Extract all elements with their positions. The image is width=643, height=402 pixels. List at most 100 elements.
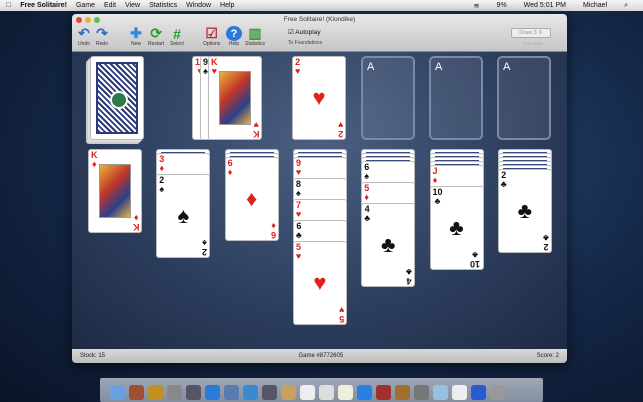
help-button[interactable]: ? Help [226,26,242,47]
playing-card[interactable]: 5 ♥ ♥ 5 ♥ [292,241,347,325]
draw-select[interactable]: Draw 3 ⇕ [511,28,551,38]
card-index-bottom: 2 ♠ [202,238,208,257]
card-index-bottom: K ♦ [132,213,140,232]
menu-window[interactable]: Window [186,2,211,9]
card-index: 2 ♥ [295,57,301,76]
card-index-bottom: 4 ♣ [406,267,413,286]
stock-pile[interactable] [90,56,144,140]
playing-card[interactable]: 6 ♦ ♦ 6 ♦ [224,157,279,241]
status-bar: Stock: 15 Game #8772605 Score: 2 [72,349,567,363]
card-index: 6 ♦ [227,158,233,177]
playing-card[interactable]: 2 ♣ ♣ 2 ♣ [497,169,552,253]
playing-card[interactable]: 10 ♣ ♣ 10 ♣ [429,186,484,270]
dock-app-icon[interactable] [148,385,163,400]
clock[interactable]: Wed 5:01 PM [524,2,566,10]
options-icon: ☑ [205,25,218,41]
card-index-bottom: 10 ♣ [470,250,481,269]
face-card-art [219,71,251,125]
dock-app-icon[interactable] [243,385,258,400]
dock-app-icon[interactable] [262,385,277,400]
menu-help[interactable]: Help [220,2,234,9]
battery-indicator[interactable]: 9% [497,2,507,10]
new-button[interactable]: ✚ New [128,25,144,47]
spotlight-icon[interactable]: ⌕ [624,2,628,10]
dock-app-icon[interactable] [319,385,334,400]
autoplay-checkbox[interactable]: ☑ Autoplay To Foundations [288,28,322,46]
help-icon: ? [226,26,242,41]
statistics-button[interactable]: ▥ Statistics [245,25,265,47]
card-index: 6 ♣ [295,221,302,240]
dock-app-icon[interactable] [452,385,467,400]
dock-app-icon[interactable] [471,385,486,400]
card-index-bottom: 5 ♥ [338,305,344,324]
checkbox-icon: ☑ [288,29,294,36]
foundation-2[interactable]: A [361,56,415,140]
dock-app-icon[interactable] [338,385,353,400]
select-button[interactable]: # Select [169,25,185,48]
menu-edit[interactable]: Edit [104,2,116,9]
restart-icon: ⟳ [150,25,162,41]
hash-icon: # [173,25,181,42]
suit-pip: ♣ [517,198,533,223]
game-board: A A A K ♦ K ♦ 3 ♦ 2 ♠ ♠ 2 ♠ 6 ♦ ♦ 6 ♦ 9 ♥ 8 ♠ 7 ♥ 6 ♣ 5 ♥ ♥ 5 ♥ 6 ♠ 5 ♦ 4… [72,52,567,349]
apple-menu-icon[interactable]:  [6,2,11,9]
dock-app-icon[interactable] [357,385,372,400]
wifi-icon[interactable]: ≋ [474,2,480,10]
redo-icon: ↷ [96,25,108,41]
dock-app-icon[interactable] [205,385,220,400]
suit-pip: ♥ [313,270,327,295]
dock-app-icon[interactable] [414,385,429,400]
suit-pip: ♣ [449,215,464,240]
dock-app-icon[interactable] [300,385,315,400]
card-index: 5 ♥ [295,242,302,261]
restart-button[interactable]: ⟳ Restart [148,25,164,47]
dock-app-icon[interactable] [490,385,505,400]
autoplay-sublabel: To Foundations [288,40,323,46]
dock-app-icon[interactable] [376,385,391,400]
playing-card[interactable]: 2 ♥ ♥ 2 ♥ [292,56,346,140]
card-index: 7 ♥ [295,200,302,219]
redo-button[interactable]: ↷ Redo [94,25,110,47]
card-index: 6 ♠ [364,162,370,181]
playing-card[interactable]: K ♥ K ♥ [208,56,262,140]
dock-app-icon[interactable] [224,385,239,400]
card-index: 8 ♠ [295,179,301,198]
options-button[interactable]: ☑ Options [203,25,220,47]
card-index: 10 ♣ [432,187,443,206]
foundation-4[interactable]: A [497,56,551,140]
card-index: 2 ♣ [500,170,507,189]
dock-app-icon[interactable] [281,385,296,400]
card-index: 4 ♣ [364,204,371,223]
card-index: K ♥ [211,57,218,76]
dock [100,378,543,402]
undo-icon: ↶ [78,25,90,41]
menu-app[interactable]: Free Solitaire! [20,2,67,9]
menu-game[interactable]: Game [76,2,95,9]
dock-app-icon[interactable] [167,385,182,400]
dock-app-icon[interactable] [129,385,144,400]
user-menu[interactable]: Michael [583,2,607,10]
dock-app-icon[interactable] [395,385,410,400]
card-index: 9 ♥ [295,158,302,177]
window-title: Free Solitaire! (Klondike) [283,16,356,23]
score: Score: 2 [536,353,559,359]
stock-count: Stock: 15 [80,353,106,359]
dock-app-icon[interactable] [186,385,201,400]
foundation-3[interactable]: A [429,56,483,140]
playing-card[interactable]: 4 ♣ ♣ 4 ♣ [361,203,416,287]
face-card-art [99,164,131,218]
menu-view[interactable]: View [125,2,140,9]
dock-app-icon[interactable] [110,385,125,400]
playing-card[interactable]: K ♦ K ♦ [88,149,142,233]
card-back-pattern [96,62,138,134]
suit-pip: ♥ [312,85,326,110]
card-index-bottom: K ♥ [252,120,260,139]
suit-pip: ♣ [380,232,396,257]
dock-app-icon[interactable] [433,385,448,400]
game-number: Game #8772605 [298,353,344,359]
undo-button[interactable]: ↶ Undo [76,25,92,47]
menu-statistics[interactable]: Statistics [149,2,177,9]
card-index-bottom: 2 ♣ [542,233,549,252]
playing-card[interactable]: 2 ♠ ♠ 2 ♠ [156,174,211,258]
card-index: 5 ♦ [364,183,370,202]
